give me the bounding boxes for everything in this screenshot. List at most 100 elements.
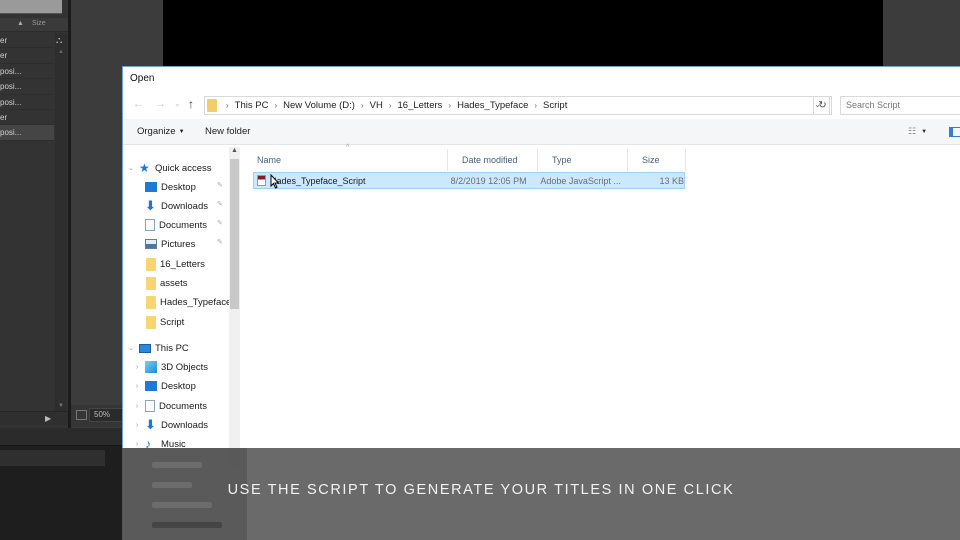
- breadcrumb-separator[interactable]: ›: [274, 101, 277, 110]
- tree-item-this-pc[interactable]: ⌄ This PC: [125, 339, 189, 357]
- blurred-item: [152, 522, 222, 528]
- breadcrumb-script[interactable]: Script: [543, 100, 567, 111]
- collapse-icon[interactable]: ⌄: [125, 164, 137, 172]
- ae-project-item[interactable]: er: [0, 110, 54, 126]
- scroll-down-icon[interactable]: ▼: [58, 403, 64, 409]
- file-size: 13 KB: [659, 175, 685, 186]
- search-input[interactable]: Search Script: [840, 96, 960, 115]
- ae-project-scrollbar[interactable]: ⛬ ▲ ▼: [55, 33, 67, 411]
- breadcrumb-separator[interactable]: ›: [226, 101, 229, 110]
- javascript-file-icon: [257, 175, 266, 186]
- tree-item-quick-access[interactable]: ⌄ ★ Quick access: [125, 159, 211, 177]
- documents-icon: [145, 219, 155, 231]
- documents-icon: [145, 400, 155, 412]
- scroll-right-icon[interactable]: ▶: [45, 414, 51, 423]
- column-header-size[interactable]: Size: [628, 149, 686, 171]
- forward-button[interactable]: →: [155, 98, 166, 110]
- tree-item-label: Downloads: [161, 200, 208, 212]
- pin-icon[interactable]: ✎: [217, 238, 223, 246]
- ae-project-item[interactable]: posi...: [0, 95, 54, 110]
- ae-project-item[interactable]: er: [0, 48, 54, 64]
- caption-overlay: USE THE SCRIPT TO GENERATE YOUR TITLES I…: [122, 448, 960, 540]
- tree-item-desktop[interactable]: Desktop: [145, 178, 196, 196]
- tree-item-16-letters[interactable]: 16_Letters: [146, 255, 205, 273]
- ae-project-preview: [0, 0, 62, 14]
- breadcrumb-separator[interactable]: ›: [448, 101, 451, 110]
- expand-icon[interactable]: ›: [131, 364, 143, 371]
- blurred-item: [152, 462, 202, 468]
- expand-icon[interactable]: ›: [131, 441, 143, 448]
- change-view-button[interactable]: ☷ ▼: [908, 126, 927, 137]
- expand-icon[interactable]: ›: [131, 403, 143, 410]
- ae-project-item[interactable]: posi...: [0, 79, 54, 95]
- expand-icon[interactable]: ›: [131, 383, 143, 390]
- star-icon: ★: [139, 161, 150, 175]
- pin-icon[interactable]: ✎: [217, 181, 223, 189]
- file-name: Hades_Typeface_Script: [269, 175, 366, 186]
- column-header-date-modified[interactable]: Date modified: [448, 149, 538, 171]
- tree-item-label: Pictures: [161, 238, 196, 250]
- navigation-pane-scrollbar[interactable]: ▲: [229, 147, 240, 467]
- ae-project-item[interactable]: posi...: [0, 64, 54, 80]
- tree-item-3d-objects[interactable]: › 3D Objects: [131, 358, 208, 376]
- breadcrumb-separator[interactable]: ›: [534, 101, 537, 110]
- preview-pane-button[interactable]: [949, 127, 960, 137]
- pin-icon[interactable]: ✎: [217, 200, 223, 208]
- breadcrumb-separator[interactable]: ›: [361, 101, 364, 110]
- collapse-icon[interactable]: ⌄: [125, 344, 137, 352]
- recent-locations-button[interactable]: ⌄: [174, 99, 181, 108]
- ae-timeline-search[interactable]: [0, 450, 105, 466]
- refresh-button[interactable]: ↻: [813, 96, 832, 115]
- pin-icon[interactable]: ✎: [217, 219, 223, 227]
- size-column-header[interactable]: Size: [32, 20, 46, 27]
- downloads-icon: ⬇: [145, 417, 156, 432]
- up-folder-button[interactable]: ↑: [188, 97, 194, 111]
- tree-item-label: Hades_Typeface: [160, 296, 232, 308]
- tree-item-pc-downloads[interactable]: › ⬇ Downloads: [131, 416, 208, 434]
- ae-project-item[interactable]: er: [0, 33, 54, 49]
- tree-item-pictures[interactable]: Pictures: [145, 235, 195, 253]
- address-bar[interactable]: › This PC › New Volume (D:) › VH › 16_Le…: [204, 96, 830, 115]
- breadcrumb-hades-typeface[interactable]: Hades_Typeface: [457, 100, 528, 111]
- tree-item-downloads[interactable]: ⬇ Downloads: [145, 197, 208, 215]
- breadcrumb-new-volume[interactable]: New Volume (D:): [283, 100, 355, 111]
- snapshot-icon[interactable]: [76, 410, 87, 420]
- ae-project-column-header[interactable]: ▲ Size: [0, 18, 68, 32]
- scroll-up-icon[interactable]: ▲: [231, 147, 238, 154]
- ae-project-hscrollbar[interactable]: ▶: [0, 411, 68, 425]
- breadcrumb-this-pc[interactable]: This PC: [235, 100, 269, 111]
- ae-project-item-selected[interactable]: posi...: [0, 125, 54, 141]
- scrollbar-thumb[interactable]: [230, 159, 239, 309]
- ae-composition-canvas: [163, 0, 883, 66]
- organize-button[interactable]: Organize ▼: [137, 126, 185, 137]
- breadcrumb-vh[interactable]: VH: [370, 100, 383, 111]
- tree-item-label: Documents: [159, 219, 208, 231]
- file-row[interactable]: Hades_Typeface_Script 8/2/2019 12:05 PM …: [253, 172, 685, 189]
- folder-icon: [146, 315, 156, 329]
- scroll-up-icon[interactable]: ▲: [58, 49, 64, 55]
- file-date-modified: 8/2/2019 12:05 PM: [450, 175, 527, 186]
- expand-icon[interactable]: ›: [131, 422, 143, 429]
- tree-item-pc-documents[interactable]: › Documents: [131, 397, 207, 415]
- pictures-icon: [145, 239, 157, 249]
- mouse-cursor-icon: [270, 174, 280, 189]
- tree-item-label: Script: [160, 316, 185, 328]
- this-pc-icon: [139, 343, 151, 353]
- downloads-icon: ⬇: [145, 198, 156, 213]
- back-button[interactable]: ←: [133, 98, 144, 110]
- column-header-name[interactable]: Name: [243, 149, 448, 171]
- sort-ascending-icon: ▲: [17, 20, 24, 27]
- tree-item-hades-typeface[interactable]: Hades_Typeface: [146, 293, 231, 311]
- flowchart-icon[interactable]: ⛬: [56, 35, 62, 46]
- breadcrumb-separator[interactable]: ›: [389, 101, 392, 110]
- tree-item-script[interactable]: Script: [146, 313, 184, 331]
- chevron-down-icon: ▼: [921, 129, 928, 135]
- tree-item-assets[interactable]: assets: [146, 274, 187, 292]
- organize-label: Organize: [137, 126, 176, 137]
- new-folder-button[interactable]: New folder: [205, 126, 250, 137]
- breadcrumb-16-letters[interactable]: 16_Letters: [398, 100, 443, 111]
- column-header-type[interactable]: Type: [538, 149, 628, 171]
- tree-item-documents[interactable]: Documents: [145, 216, 207, 234]
- tree-item-pc-desktop[interactable]: › Desktop: [131, 377, 196, 395]
- desktop-icon: [145, 182, 157, 192]
